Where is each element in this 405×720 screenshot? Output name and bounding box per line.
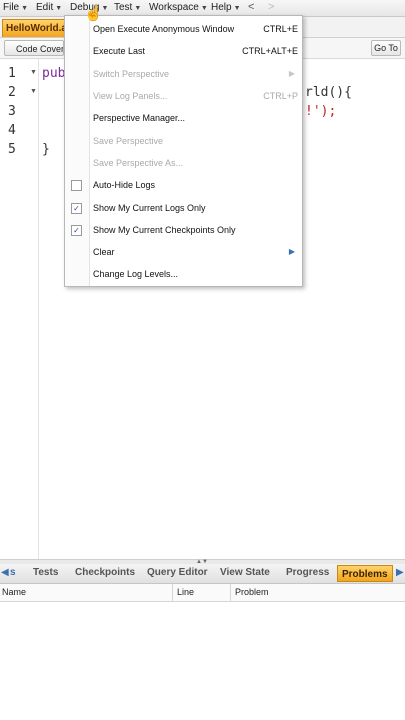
menu-item-switch-perspective[interactable]: Switch Perspective ▶: [65, 64, 302, 86]
menu-item-show-current-checkpoints-only[interactable]: ✓ Show My Current Checkpoints Only: [65, 220, 302, 242]
tab-checkpoints[interactable]: Checkpoints: [75, 567, 135, 578]
line-gutter: 1 ▼ 2 ▼ 3 4 5: [0, 59, 39, 559]
scroll-right-icon[interactable]: ▶: [396, 567, 404, 578]
file-tab[interactable]: HelloWorld.apxc: [2, 19, 69, 37]
menu-item-save-perspective[interactable]: Save Perspective: [65, 131, 302, 153]
column-problem[interactable]: Problem: [230, 584, 405, 601]
line-number: 2: [8, 85, 16, 100]
code-text: !');: [305, 104, 337, 119]
menu-item-show-current-logs-only[interactable]: ✓ Show My Current Logs Only: [65, 198, 302, 220]
menu-help[interactable]: Help ▼: [211, 2, 241, 13]
hand-cursor-icon: ☝: [84, 5, 103, 22]
menu-item-open-execute-anonymous[interactable]: Open Execute Anonymous Window CTRL+E: [65, 19, 302, 41]
scroll-left-icon[interactable]: ◀: [1, 567, 9, 578]
menu-item-execute-last[interactable]: Execute Last CTRL+ALT+E: [65, 41, 302, 63]
menu-file[interactable]: File ▼: [3, 2, 28, 13]
chevron-down-icon: ▼: [134, 5, 142, 12]
menu-item-clear[interactable]: Clear ▶: [65, 242, 302, 264]
menu-edit[interactable]: Edit ▼: [36, 2, 62, 13]
chevron-down-icon: ▼: [233, 5, 241, 12]
column-name[interactable]: Name: [0, 584, 172, 601]
debug-menu: Open Execute Anonymous Window CTRL+E Exe…: [64, 15, 303, 287]
line-number: 5: [8, 142, 16, 157]
back-button[interactable]: <: [248, 1, 254, 13]
menu-item-auto-hide-logs[interactable]: Auto-Hide Logs: [65, 175, 302, 197]
tab-progress[interactable]: Progress: [286, 567, 329, 578]
forward-button[interactable]: >: [268, 1, 274, 13]
line-number: 1: [8, 66, 16, 81]
tab-tests[interactable]: Tests: [33, 567, 58, 578]
chevron-down-icon: ▼: [21, 5, 29, 12]
tab-query-editor[interactable]: Query Editor: [147, 567, 208, 578]
tab-view-state[interactable]: View State: [220, 567, 270, 578]
problems-table-header: Name Line Problem: [0, 584, 405, 602]
fold-arrow-icon[interactable]: ▼: [30, 69, 37, 76]
code-text: rld(){: [305, 85, 352, 100]
line-number: 3: [8, 104, 16, 119]
menu-item-save-perspective-as[interactable]: Save Perspective As...: [65, 153, 302, 175]
code-coverage-button[interactable]: Code Coverage: [4, 40, 64, 56]
menu-item-view-log-panels[interactable]: View Log Panels... CTRL+P: [65, 86, 302, 108]
tab-logs-partial[interactable]: s: [10, 567, 16, 578]
code-text: }: [42, 142, 50, 157]
checkbox-checked[interactable]: ✓: [71, 225, 82, 236]
go-to-button[interactable]: Go To: [371, 40, 401, 56]
fold-arrow-icon[interactable]: ▼: [30, 88, 37, 95]
menu-item-change-log-levels[interactable]: Change Log Levels...: [65, 264, 302, 286]
panel-tab-bar: ◀ s Tests Checkpoints Query Editor View …: [0, 564, 405, 584]
checkbox-unchecked[interactable]: [71, 180, 82, 191]
menu-item-perspective-manager[interactable]: Perspective Manager...: [65, 108, 302, 130]
tab-problems[interactable]: Problems: [337, 565, 393, 582]
column-line[interactable]: Line: [172, 584, 230, 601]
chevron-down-icon: ▼: [55, 5, 63, 12]
submenu-arrow-icon: ▶: [288, 69, 295, 78]
checkbox-checked[interactable]: ✓: [71, 203, 82, 214]
submenu-arrow-icon: ▶: [288, 247, 295, 256]
menu-workspace[interactable]: Workspace ▼: [149, 2, 208, 13]
chevron-down-icon: ▼: [200, 5, 208, 12]
menu-test[interactable]: Test ▼: [114, 2, 141, 13]
line-number: 4: [8, 123, 16, 138]
